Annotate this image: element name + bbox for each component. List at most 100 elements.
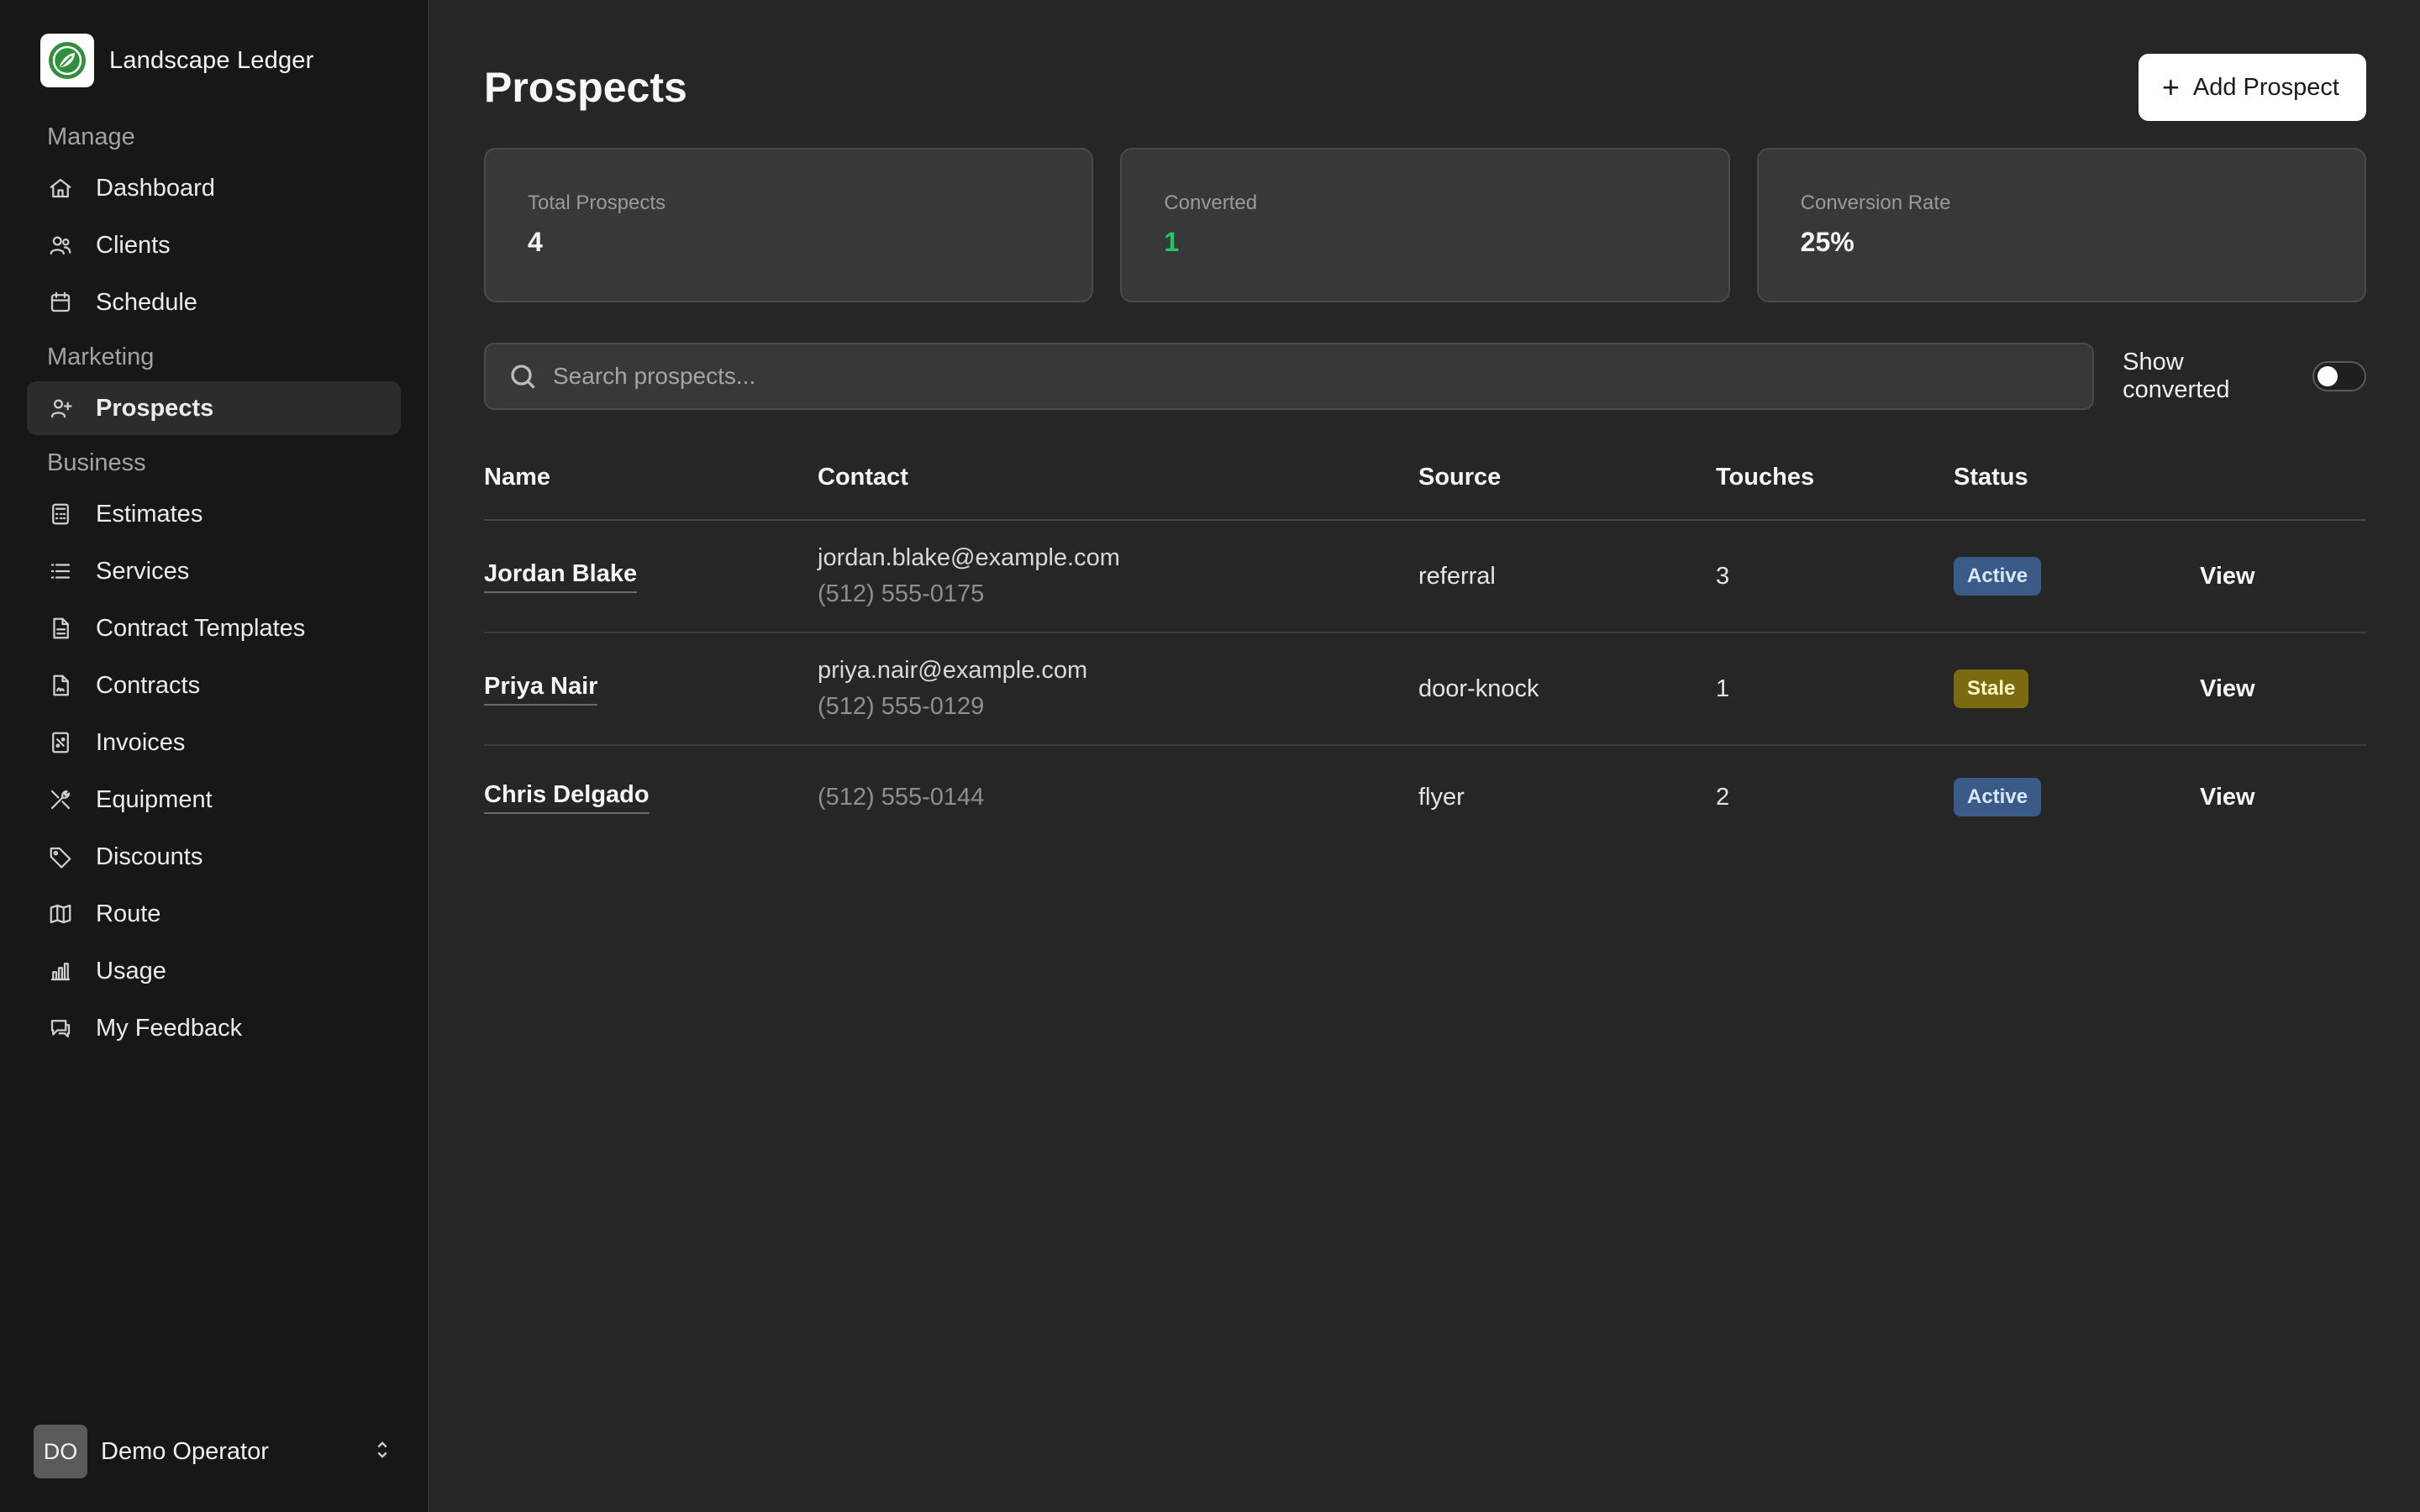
prospect-name-link[interactable]: Chris Delgado: [484, 781, 650, 814]
plus-icon: +: [2161, 70, 2180, 104]
status-badge: Active: [1954, 557, 2042, 596]
sidebar-item-label: Invoices: [96, 728, 186, 756]
app-name: Landscape Ledger: [109, 46, 314, 74]
tag-icon: [47, 843, 74, 870]
view-link[interactable]: View: [2200, 784, 2255, 811]
sidebar-item-label: Contract Templates: [96, 614, 306, 642]
calculator-icon: [47, 501, 74, 528]
calendar-icon: [47, 289, 74, 316]
sidebar-item-contract-templates[interactable]: Contract Templates: [27, 601, 401, 655]
search-input[interactable]: [553, 363, 2065, 390]
sidebar-item-estimates[interactable]: Estimates: [27, 487, 401, 541]
users-icon: [47, 232, 74, 259]
toggle-knob: [2317, 366, 2338, 386]
prospects-table: Name Contact Source Touches Status Jorda…: [484, 464, 2366, 848]
home-icon: [47, 175, 74, 202]
sidebar: Landscape Ledger Manage Dashboard Client…: [0, 0, 429, 1512]
stat-value: 4: [528, 227, 543, 257]
search-icon: [511, 365, 535, 389]
avatar: DO: [34, 1425, 87, 1478]
prospect-phone: (512) 555-0144: [818, 783, 985, 811]
bar-chart-icon: [47, 958, 74, 984]
status-badge: Stale: [1954, 669, 2029, 708]
toggle-label: Show converted: [2123, 349, 2230, 403]
file-text-icon: [47, 615, 74, 642]
status-badge: Active: [1954, 778, 2042, 816]
column-header-touches[interactable]: Touches: [1716, 464, 1954, 491]
chevron-up-down-icon[interactable]: [371, 1438, 394, 1466]
view-link[interactable]: View: [2200, 675, 2255, 702]
prospect-phone: (512) 555-0129: [818, 693, 985, 720]
column-header-contact[interactable]: Contact: [818, 464, 1418, 491]
user-name: Demo Operator: [101, 1437, 269, 1465]
sidebar-item-equipment[interactable]: Equipment: [27, 773, 401, 827]
receipt-icon: [47, 729, 74, 756]
sidebar-item-label: Services: [96, 557, 190, 585]
add-prospect-label: Add Prospect: [2192, 73, 2339, 101]
prospect-touches: 3: [1716, 562, 1730, 590]
sidebar-item-prospects[interactable]: Prospects: [27, 381, 401, 435]
search-box[interactable]: [484, 343, 2095, 410]
file-signature-icon: [47, 672, 74, 699]
sidebar-item-label: Contracts: [96, 671, 201, 699]
app-root: Landscape Ledger Manage Dashboard Client…: [0, 0, 2420, 1512]
message-icon: [47, 1015, 74, 1042]
toolbar: Show converted: [484, 343, 2366, 410]
sidebar-item-discounts[interactable]: Discounts: [27, 830, 401, 884]
sidebar-item-my-feedback[interactable]: My Feedback: [27, 1001, 401, 1055]
prospect-source: flyer: [1418, 783, 1465, 811]
sidebar-item-label: Route: [96, 900, 161, 927]
prospect-touches: 1: [1716, 675, 1730, 702]
tools-icon: [47, 786, 74, 813]
section-label-marketing: Marketing: [47, 343, 155, 370]
sidebar-item-usage[interactable]: Usage: [27, 944, 401, 998]
sidebar-item-label: Prospects: [96, 394, 214, 422]
stat-card-converted: Converted 1: [1120, 148, 1730, 302]
sidebar-item-dashboard[interactable]: Dashboard: [27, 161, 401, 215]
section-label-manage: Manage: [47, 123, 135, 150]
column-header-name[interactable]: Name: [484, 464, 818, 491]
sidebar-item-route[interactable]: Route: [27, 887, 401, 941]
main-content: Prospects + Add Prospect Total Prospects…: [429, 0, 2420, 1512]
prospect-name-link[interactable]: Jordan Blake: [484, 560, 638, 593]
sidebar-item-contracts[interactable]: Contracts: [27, 659, 401, 712]
table-row: Chris Delgado (512) 555-0144 flyer 2 Act…: [484, 746, 2366, 848]
stat-card-conversion-rate: Conversion Rate 25%: [1756, 148, 2366, 302]
stat-value: 1: [1164, 227, 1180, 257]
stats-row: Total Prospects 4 Converted 1 Conversion…: [484, 148, 2366, 302]
page-header: Prospects + Add Prospect: [484, 54, 2366, 121]
sidebar-item-label: Schedule: [96, 288, 197, 316]
sidebar-item-label: Clients: [96, 231, 171, 259]
section-label-business: Business: [47, 449, 146, 476]
view-link[interactable]: View: [2200, 563, 2255, 590]
show-converted-toggle-wrap: Show converted: [2123, 349, 2366, 404]
prospect-name-link[interactable]: Priya Nair: [484, 673, 598, 706]
stat-value: 25%: [1800, 227, 1854, 257]
stat-label: Converted: [1164, 192, 1258, 214]
sidebar-item-label: Usage: [96, 957, 166, 984]
column-header-source[interactable]: Source: [1418, 464, 1716, 491]
sidebar-item-label: My Feedback: [96, 1014, 243, 1042]
show-converted-toggle[interactable]: [2312, 361, 2366, 391]
prospect-email: jordan.blake@example.com: [818, 544, 1120, 571]
page-title: Prospects: [484, 64, 687, 111]
sidebar-item-label: Equipment: [96, 785, 213, 813]
sidebar-nav: Manage Dashboard Clients Schedule Market…: [27, 113, 401, 1055]
sidebar-item-invoices[interactable]: Invoices: [27, 716, 401, 769]
sidebar-item-services[interactable]: Services: [27, 544, 401, 598]
brand[interactable]: Landscape Ledger: [27, 30, 401, 91]
list-icon: [47, 558, 74, 585]
table-header: Name Contact Source Touches Status: [484, 464, 2366, 521]
map-icon: [47, 900, 74, 927]
sidebar-item-label: Discounts: [96, 843, 203, 870]
stat-label: Conversion Rate: [1800, 192, 1951, 214]
user-menu[interactable]: DO Demo Operator: [34, 1425, 394, 1478]
stat-card-total: Total Prospects 4: [484, 148, 1094, 302]
sidebar-item-clients[interactable]: Clients: [27, 218, 401, 272]
add-prospect-button[interactable]: + Add Prospect: [2138, 54, 2366, 121]
column-header-status[interactable]: Status: [1954, 464, 2200, 491]
stat-label: Total Prospects: [528, 192, 666, 214]
prospect-source: door-knock: [1418, 675, 1539, 702]
prospect-phone: (512) 555-0175: [818, 580, 985, 607]
sidebar-item-schedule[interactable]: Schedule: [27, 276, 401, 329]
